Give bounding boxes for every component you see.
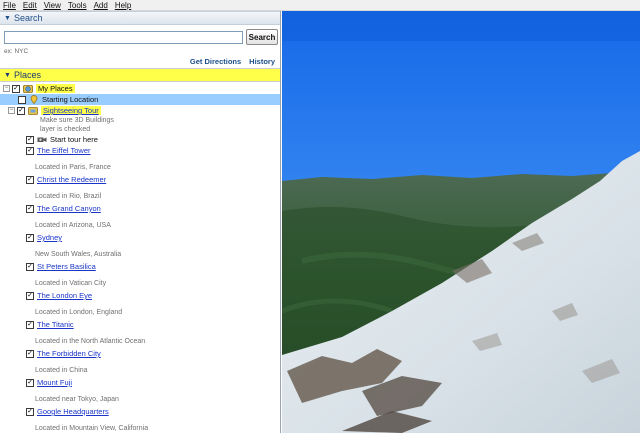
- tour-item-description: New South Wales, Australia: [35, 251, 122, 258]
- collapse-minus-icon[interactable]: −: [8, 107, 15, 114]
- tour-item-link[interactable]: Google Headquarters: [37, 407, 109, 416]
- tour-camera-icon: [37, 135, 47, 144]
- tour-items-list: ✓ The Eiffel Tower Located in Paris, Fra…: [0, 145, 280, 433]
- tour-item-description: Located in China: [35, 367, 88, 374]
- tour-item-checkbox[interactable]: ✓: [26, 233, 34, 242]
- tour-item-eiffel-tower[interactable]: ✓ The Eiffel Tower: [0, 145, 280, 156]
- search-links: Get Directions History: [0, 57, 280, 67]
- tour-item-description: Located in Mountain View, California: [35, 425, 149, 432]
- menu-tools[interactable]: Tools: [68, 0, 87, 11]
- tour-item-grand-canyon[interactable]: ✓ The Grand Canyon: [0, 203, 280, 214]
- my-places-label: My Places: [36, 84, 75, 93]
- folder-globe-icon: [23, 84, 33, 93]
- menu-add[interactable]: Add: [94, 0, 108, 11]
- tour-item-checkbox[interactable]: ✓: [26, 349, 34, 358]
- search-panel-title: Search: [13, 13, 43, 23]
- search-button[interactable]: Search: [246, 29, 278, 45]
- places-panel-header[interactable]: ▼ Places: [0, 68, 280, 82]
- tour-item-description: Located in the North Atlantic Ocean: [35, 338, 146, 345]
- tour-item-checkbox[interactable]: ✓: [26, 378, 34, 387]
- tour-item-london-eye[interactable]: ✓ The London Eye: [0, 290, 280, 301]
- tour-item-sydney[interactable]: ✓ Sydney: [0, 232, 280, 243]
- get-directions-link[interactable]: Get Directions: [190, 57, 241, 67]
- tour-item-link[interactable]: Sydney: [37, 233, 62, 242]
- history-link[interactable]: History: [249, 57, 275, 67]
- places-panel-title: Places: [13, 70, 41, 80]
- tour-item-description: Located in Paris, France: [35, 164, 111, 171]
- tour-item-description: Located in Arizona, USA: [35, 222, 111, 229]
- menu-bar: File Edit View Tools Add Help: [0, 0, 640, 11]
- map-3d-view[interactable]: [282, 11, 640, 433]
- terrain-render: [282, 11, 640, 433]
- sightseeing-tour-link[interactable]: Sightseeing Tour: [41, 106, 101, 115]
- tour-item-description: Located in Vatican City: [35, 280, 107, 287]
- tour-item-description: Located near Tokyo, Japan: [35, 396, 119, 403]
- tour-item-forbidden-city[interactable]: ✓ The Forbidden City: [0, 348, 280, 359]
- sightseeing-tour-checkbox[interactable]: ✓: [17, 106, 25, 115]
- sidebar: ▼ Search Search ex: NYC Get Directions H…: [0, 11, 281, 433]
- places-tree: − ✓ My Places Starting Location − ✓ Sigh…: [0, 82, 280, 433]
- collapse-triangle-icon[interactable]: ▼: [4, 15, 11, 22]
- collapse-minus-icon[interactable]: −: [3, 85, 10, 92]
- tour-item-st-peters-basilica[interactable]: ✓ St Peters Basilica: [0, 261, 280, 272]
- menu-edit[interactable]: Edit: [23, 0, 37, 11]
- start-tour-checkbox[interactable]: ✓: [26, 135, 34, 144]
- search-hint: ex: NYC: [4, 48, 29, 55]
- folder-tour-icon: [28, 106, 38, 115]
- search-row: Search: [0, 25, 280, 47]
- menu-help[interactable]: Help: [115, 0, 131, 11]
- tour-item-link[interactable]: St Peters Basilica: [37, 262, 96, 271]
- tour-item-checkbox[interactable]: ✓: [26, 291, 34, 300]
- tour-item-checkbox[interactable]: ✓: [26, 204, 34, 213]
- search-panel-header[interactable]: ▼ Search: [0, 11, 280, 25]
- tour-item-christ-the-redeemer[interactable]: ✓ Christ the Redeemer: [0, 174, 280, 185]
- starting-location-checkbox[interactable]: [18, 95, 26, 104]
- tour-item-link[interactable]: The Eiffel Tower: [37, 146, 91, 155]
- tour-item-link[interactable]: The London Eye: [37, 291, 92, 300]
- tree-row-my-places[interactable]: − ✓ My Places: [0, 83, 280, 94]
- tour-note-line-2: layer is checked: [40, 126, 91, 133]
- tour-item-checkbox[interactable]: ✓: [26, 320, 34, 329]
- tour-item-checkbox[interactable]: ✓: [26, 146, 34, 155]
- tour-item-description: Located in London, England: [35, 309, 123, 316]
- tree-row-starting-location[interactable]: Starting Location: [0, 94, 280, 105]
- menu-view[interactable]: View: [44, 0, 61, 11]
- tour-item-checkbox[interactable]: ✓: [26, 262, 34, 271]
- tree-row-sightseeing-tour[interactable]: − ✓ Sightseeing Tour: [0, 105, 280, 116]
- tour-item-titanic[interactable]: ✓ The Titanic: [0, 319, 280, 330]
- starting-location-label: Starting Location: [42, 95, 99, 104]
- tour-item-google-headquarters[interactable]: ✓ Google Headquarters: [0, 406, 280, 417]
- tour-note-line-1: Make sure 3D Buildings: [40, 117, 114, 124]
- search-input[interactable]: [4, 31, 243, 44]
- menu-file[interactable]: File: [3, 0, 16, 11]
- placemark-pin-icon: [29, 95, 39, 104]
- tour-item-checkbox[interactable]: ✓: [26, 175, 34, 184]
- tour-item-link[interactable]: Christ the Redeemer: [37, 175, 106, 184]
- collapse-triangle-icon[interactable]: ▼: [4, 72, 11, 79]
- my-places-checkbox[interactable]: ✓: [12, 84, 20, 93]
- tour-item-link[interactable]: Mount Fuji: [37, 378, 72, 387]
- tour-item-link[interactable]: The Grand Canyon: [37, 204, 101, 213]
- tour-item-link[interactable]: The Titanic: [37, 320, 74, 329]
- tour-item-mount-fuji[interactable]: ✓ Mount Fuji: [0, 377, 280, 388]
- tour-item-link[interactable]: The Forbidden City: [37, 349, 101, 358]
- tree-row-start-tour[interactable]: ✓ Start tour here: [0, 134, 280, 145]
- start-tour-label: Start tour here: [50, 135, 98, 144]
- tour-item-description: Located in Rio, Brazil: [35, 193, 102, 200]
- tour-item-checkbox[interactable]: ✓: [26, 407, 34, 416]
